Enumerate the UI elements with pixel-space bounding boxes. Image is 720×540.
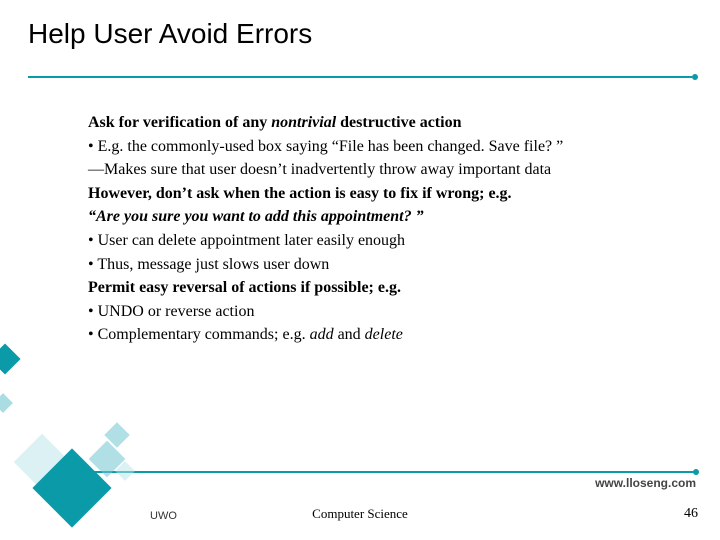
body-line: UNDO or reverse action bbox=[88, 301, 688, 323]
bottom-rule bbox=[70, 471, 694, 473]
body-line: Thus, message just slows user down bbox=[88, 254, 688, 276]
body-line: “Are you sure you want to add this appoi… bbox=[88, 206, 688, 228]
body-line: Ask for verification of any nontrivial d… bbox=[88, 112, 688, 134]
body-line: E.g. the commonly-used box saying “File … bbox=[88, 136, 688, 158]
body-line: Makes sure that user doesn’t inadvertent… bbox=[88, 159, 688, 181]
page-number: 46 bbox=[684, 506, 698, 522]
slide-body: Ask for verification of any nontrivial d… bbox=[88, 112, 688, 348]
footer-mid: Computer Science bbox=[0, 506, 720, 522]
body-line: User can delete appointment later easily… bbox=[88, 230, 688, 252]
footer-url: www.lloseng.com bbox=[595, 476, 696, 490]
body-line: Permit easy reversal of actions if possi… bbox=[88, 277, 688, 299]
slide: Help User Avoid Errors Ask for verificat… bbox=[0, 0, 720, 540]
slide-title: Help User Avoid Errors bbox=[28, 18, 312, 50]
body-line: However, don’t ask when the action is ea… bbox=[88, 183, 688, 205]
title-underline bbox=[28, 76, 692, 78]
body-line: Complementary commands; e.g. add and del… bbox=[88, 324, 688, 346]
